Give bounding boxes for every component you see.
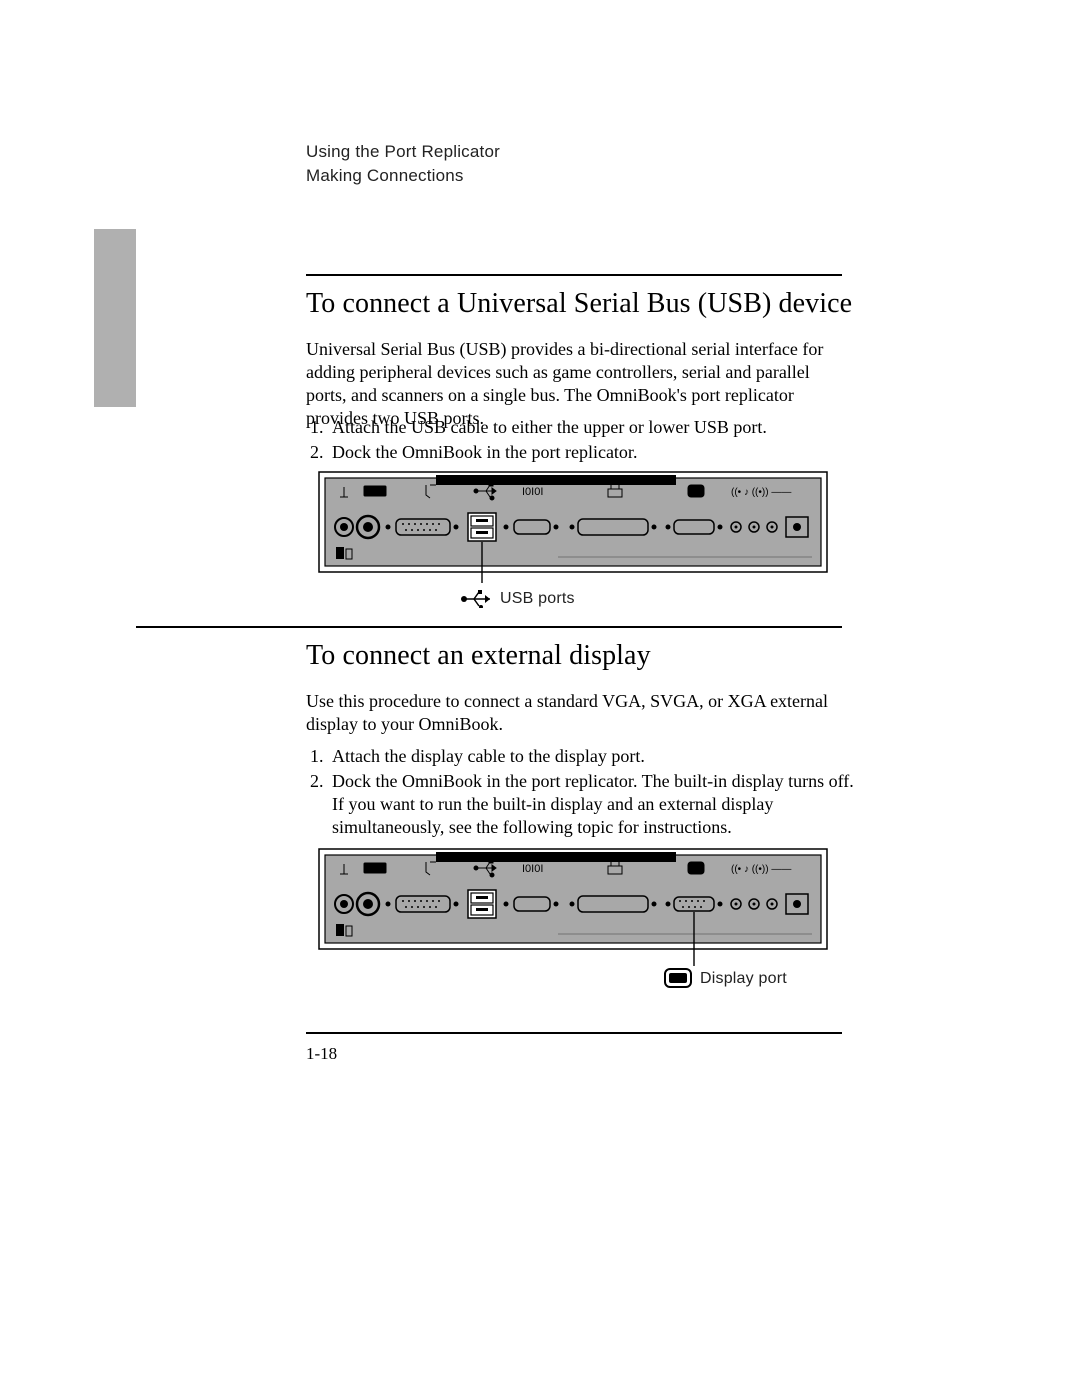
step: Attach the USB cable to either the upper… (328, 416, 858, 439)
rule (306, 1032, 842, 1034)
callout-usb: USB ports (500, 590, 575, 608)
step: Attach the display cable to the display … (328, 745, 858, 768)
side-tab (94, 229, 136, 407)
svg-text:I0I0I: I0I0I (522, 486, 543, 498)
page: Using the Port Replicator Making Connect… (0, 0, 1080, 1397)
rule (136, 626, 842, 628)
heading-display: To connect an external display (306, 640, 651, 672)
svg-text:I0I0I: I0I0I (522, 863, 543, 875)
svg-text:((• ♪ ((•)) ——: ((• ♪ ((•)) —— (731, 487, 791, 498)
steps-display: Attach the display cable to the display … (306, 745, 858, 841)
running-head: Using the Port Replicator Making Connect… (306, 140, 500, 188)
rule (306, 274, 842, 276)
monitor-icon (664, 968, 692, 993)
steps-usb: Attach the USB cable to either the upper… (306, 416, 858, 466)
port-replicator-diagram-usb: I0I0I ((• ♪ ((•)) —— (318, 471, 828, 578)
port-replicator-diagram-display: I0I0I ((• ♪ ((•)) —— (318, 848, 828, 955)
callout-display: Display port (700, 970, 787, 988)
heading-usb: To connect a Universal Serial Bus (USB) … (306, 288, 852, 320)
intro-display: Use this procedure to connect a standard… (306, 690, 846, 736)
chapter-title: Using the Port Replicator (306, 140, 500, 164)
section-title: Making Connections (306, 164, 500, 188)
step: Dock the OmniBook in the port replicator… (328, 770, 858, 839)
usb-icon (460, 590, 494, 613)
page-number: 1-18 (306, 1044, 337, 1064)
svg-text:((• ♪ ((•)) ——: ((• ♪ ((•)) —— (731, 864, 791, 875)
step: Dock the OmniBook in the port replicator… (328, 441, 858, 464)
